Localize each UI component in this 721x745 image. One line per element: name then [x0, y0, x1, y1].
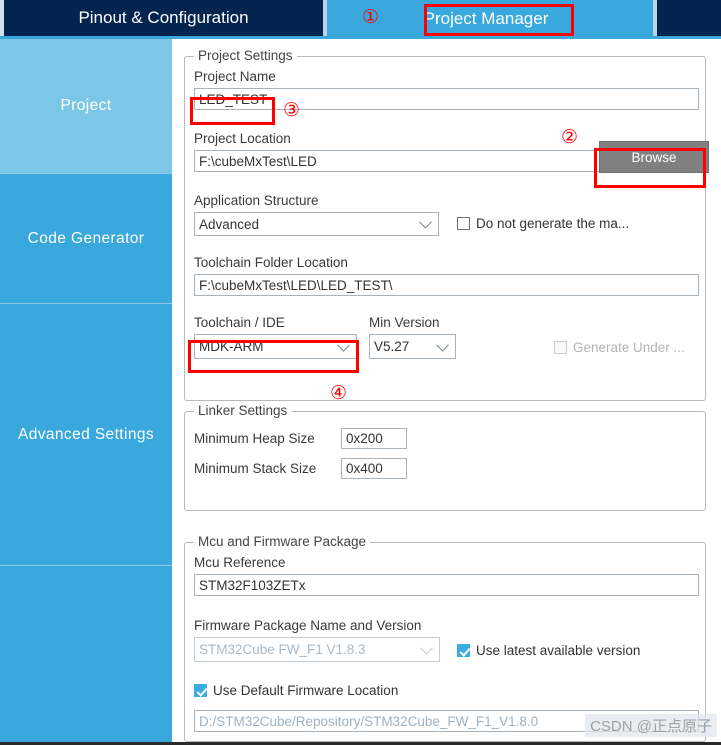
main-panel: Project Settings Project Name LED_TEST P…: [172, 39, 721, 745]
application-structure-label: Application Structure: [194, 193, 319, 208]
mcu-firmware-group-title: Mcu and Firmware Package: [194, 534, 371, 549]
minimum-heap-size-value: 0x200: [346, 431, 383, 446]
toolchain-ide-label: Toolchain / IDE: [194, 315, 285, 330]
toolchain-ide-select[interactable]: MDK-ARM: [194, 334, 357, 359]
sidebar-item-empty[interactable]: [0, 566, 172, 745]
mcu-reference-input[interactable]: STM32F103ZETx: [194, 574, 699, 596]
project-settings-group: Project Settings Project Name LED_TEST P…: [184, 48, 709, 401]
use-default-firmware-location-checkbox[interactable]: Use Default Firmware Location: [194, 683, 398, 698]
firmware-package-select[interactable]: STM32Cube FW_F1 V1.8.3: [194, 637, 440, 662]
sidebar-item-advanced-settings-label: Advanced Settings: [17, 425, 155, 443]
mcu-firmware-group: Mcu and Firmware Package Mcu Reference S…: [184, 534, 706, 742]
sidebar: Project Code Generator Advanced Settings: [0, 39, 172, 745]
min-version-select[interactable]: V5.27: [369, 334, 456, 359]
use-default-firmware-location-label: Use Default Firmware Location: [213, 683, 399, 698]
tab-pinout-configuration-label: Pinout & Configuration: [78, 8, 249, 27]
use-latest-version-label: Use latest available version: [476, 643, 641, 658]
generate-under-root-checkbox: Generate Under ...: [554, 340, 685, 355]
project-manager-window: Pinout & Configuration Project Manager P…: [0, 0, 721, 745]
do-not-generate-main-checkbox[interactable]: Do not generate the ma...: [457, 216, 629, 231]
annotation-marker-2: ②: [561, 126, 579, 148]
minimum-heap-size-label: Minimum Heap Size: [194, 431, 315, 446]
tab-project-manager-label: Project Manager: [423, 8, 549, 28]
checkbox-checked-icon: [457, 644, 470, 657]
toolchain-ide-value: MDK-ARM: [199, 339, 264, 354]
checkbox-icon: [554, 341, 567, 354]
application-structure-value: Advanced: [199, 216, 260, 232]
project-name-value: LED_TEST: [199, 91, 268, 107]
firmware-package-value: STM32Cube FW_F1 V1.8.3: [199, 642, 366, 657]
project-location-label: Project Location: [194, 131, 291, 146]
annotation-marker-4: ④: [330, 382, 348, 404]
linker-settings-group: Linker Settings Minimum Heap Size 0x200 …: [184, 403, 706, 511]
minimum-heap-size-input[interactable]: 0x200: [341, 428, 407, 449]
do-not-generate-main-label: Do not generate the ma...: [476, 216, 630, 231]
annotation-marker-1: ①: [362, 6, 380, 28]
mcu-reference-value: STM32F103ZETx: [199, 577, 306, 593]
min-version-value: V5.27: [374, 339, 410, 354]
project-location-value: F:\cubeMxTest\LED: [199, 153, 317, 169]
minimum-stack-size-input[interactable]: 0x400: [341, 458, 407, 479]
watermark: CSDN @正点原子: [585, 714, 717, 737]
chevron-down-icon: [436, 338, 449, 352]
generate-under-root-label: Generate Under ...: [573, 340, 685, 355]
toolchain-folder-value: F:\cubeMxTest\LED\LED_TEST\: [199, 277, 393, 293]
sidebar-item-project-label: Project: [60, 97, 112, 114]
sidebar-item-project[interactable]: Project: [0, 39, 172, 174]
sidebar-item-code-generator-label: Code Generator: [27, 229, 145, 247]
linker-settings-group-title: Linker Settings: [194, 403, 292, 418]
chevron-down-icon: [419, 215, 432, 229]
tab-pinout-configuration[interactable]: Pinout & Configuration: [4, 0, 323, 36]
firmware-location-value: D:/STM32Cube/Repository/STM32Cube_FW_F1_…: [199, 713, 539, 729]
chevron-down-icon: [420, 641, 433, 655]
checkbox-icon: [457, 217, 470, 230]
firmware-package-label: Firmware Package Name and Version: [194, 618, 422, 633]
chevron-down-icon: [337, 338, 350, 352]
checkbox-checked-icon: [194, 684, 207, 697]
tab-bar: Pinout & Configuration Project Manager: [0, 0, 721, 36]
mcu-reference-label: Mcu Reference: [194, 555, 286, 570]
project-name-input[interactable]: LED_TEST: [194, 88, 699, 110]
application-structure-select[interactable]: Advanced: [194, 212, 439, 236]
tab-overflow-area: [657, 0, 717, 36]
min-version-label: Min Version: [369, 315, 440, 330]
sidebar-item-advanced-settings[interactable]: Advanced Settings: [0, 304, 172, 566]
toolchain-folder-label: Toolchain Folder Location: [194, 255, 348, 270]
project-name-label: Project Name: [194, 69, 276, 84]
watermark-text: CSDN @正点原子: [590, 718, 712, 735]
toolchain-folder-input[interactable]: F:\cubeMxTest\LED\LED_TEST\: [194, 274, 699, 296]
tab-project-manager-label-box[interactable]: Project Manager: [402, 4, 570, 33]
minimum-stack-size-label: Minimum Stack Size: [194, 461, 317, 476]
browse-button-label: Browse: [631, 149, 677, 165]
use-latest-version-checkbox[interactable]: Use latest available version: [457, 643, 640, 658]
browse-button[interactable]: Browse: [599, 141, 709, 173]
project-settings-group-title: Project Settings: [194, 48, 297, 63]
minimum-stack-size-value: 0x400: [346, 461, 383, 476]
annotation-marker-3: ③: [283, 99, 301, 121]
sidebar-item-code-generator[interactable]: Code Generator: [0, 174, 172, 304]
